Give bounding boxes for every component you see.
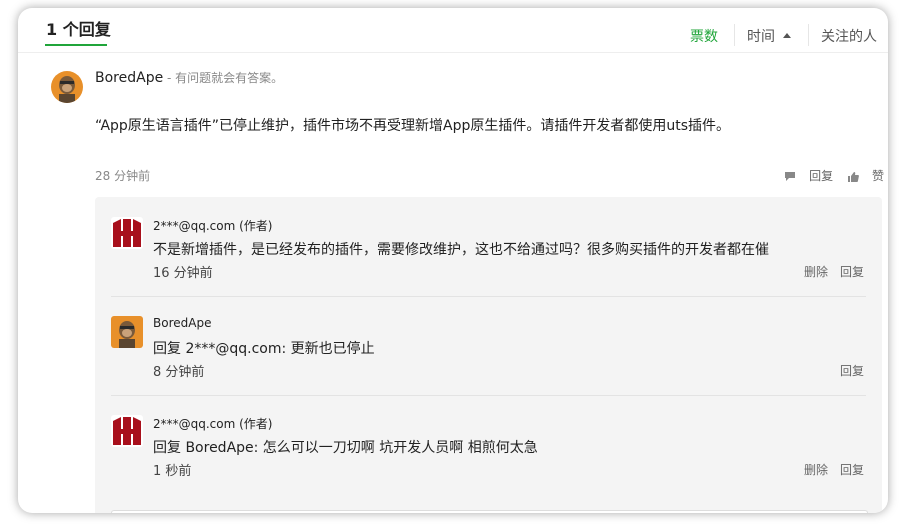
sort-by-votes[interactable]: 票数: [690, 26, 718, 46]
comment-divider: [111, 296, 866, 297]
comment-actions: 删除 回复: [792, 263, 864, 280]
reply-button[interactable]: 回复: [784, 169, 837, 183]
avatar[interactable]: [111, 316, 143, 348]
avatar[interactable]: [111, 217, 143, 249]
comment-divider: [111, 395, 866, 396]
delete-button[interactable]: 删除: [804, 463, 828, 477]
comment-author[interactable]: 2***@qq.com (作者): [153, 415, 273, 432]
comment-actions: 回复: [828, 362, 864, 379]
comment-actions: 删除 回复: [792, 461, 864, 478]
reply-count: 1 个回复: [46, 20, 111, 39]
answer-actions: 回复 赞: [774, 167, 884, 184]
active-tab-underline: [45, 44, 107, 46]
comment-text: 不是新增插件，是已经发布的插件，需要修改维护，这也不给通过吗？很多购买插件的开发…: [153, 242, 769, 258]
author-tagline: 有问题就会有答案。: [175, 71, 284, 85]
avatar[interactable]: [111, 415, 143, 447]
reply-button[interactable]: 回复: [840, 364, 864, 378]
comment-author[interactable]: BoredApe: [153, 316, 211, 330]
answer-time: 28 分钟前: [95, 169, 151, 183]
reply-label: 回复: [809, 169, 834, 183]
reply-button[interactable]: 回复: [840, 463, 864, 477]
sort-by-followers[interactable]: 关注的人: [821, 26, 877, 46]
answer-panel: 1 个回复 票数 时间 关注的人 BoredApe - 有问题就会有答案。 “A…: [18, 8, 888, 513]
author-name[interactable]: BoredApe: [95, 70, 163, 86]
delete-button[interactable]: 删除: [804, 265, 828, 279]
comment-thread: 2***@qq.com (作者) 不是新增插件，是已经发布的插件，需要修改维护，…: [95, 197, 882, 513]
like-label: 赞: [871, 169, 884, 183]
sort-time-label: 时间: [747, 29, 775, 45]
thumbs-up-icon: [847, 172, 859, 182]
sort-divider: [734, 24, 735, 46]
sort-divider: [808, 24, 809, 46]
comment-author[interactable]: 2***@qq.com (作者): [153, 217, 273, 234]
sort-by-time[interactable]: 时间: [747, 26, 791, 46]
comment-icon: [785, 172, 796, 181]
comment-text: 回复 BoredApe: 怎么可以一刀切啊 坑开发人员啊 相煎何太急: [153, 440, 538, 456]
author-avatar-icon: [111, 217, 143, 249]
comment-time: 1 秒前: [153, 464, 192, 479]
author-avatar-icon: [111, 415, 143, 447]
reply-header: 1 个回复 票数 时间 关注的人: [18, 8, 888, 53]
comment-text: 回复 2***@qq.com: 更新也已停止: [153, 341, 375, 357]
author-separator: -: [163, 71, 176, 85]
caret-up-icon: [783, 32, 791, 38]
comment-time: 8 分钟前: [153, 365, 205, 380]
comment-input[interactable]: [111, 510, 868, 513]
reply-button[interactable]: 回复: [840, 265, 864, 279]
avatar[interactable]: [51, 71, 83, 103]
comment-time: 16 分钟前: [153, 266, 213, 281]
like-button[interactable]: 赞: [847, 169, 884, 183]
ape-avatar-icon: [111, 316, 143, 348]
answer-author: BoredApe - 有问题就会有答案。: [95, 69, 283, 86]
ape-avatar-icon: [51, 71, 83, 103]
answer-content: “App原生语言插件”已停止维护，插件市场不再受理新增App原生插件。请插件开发…: [95, 118, 731, 134]
